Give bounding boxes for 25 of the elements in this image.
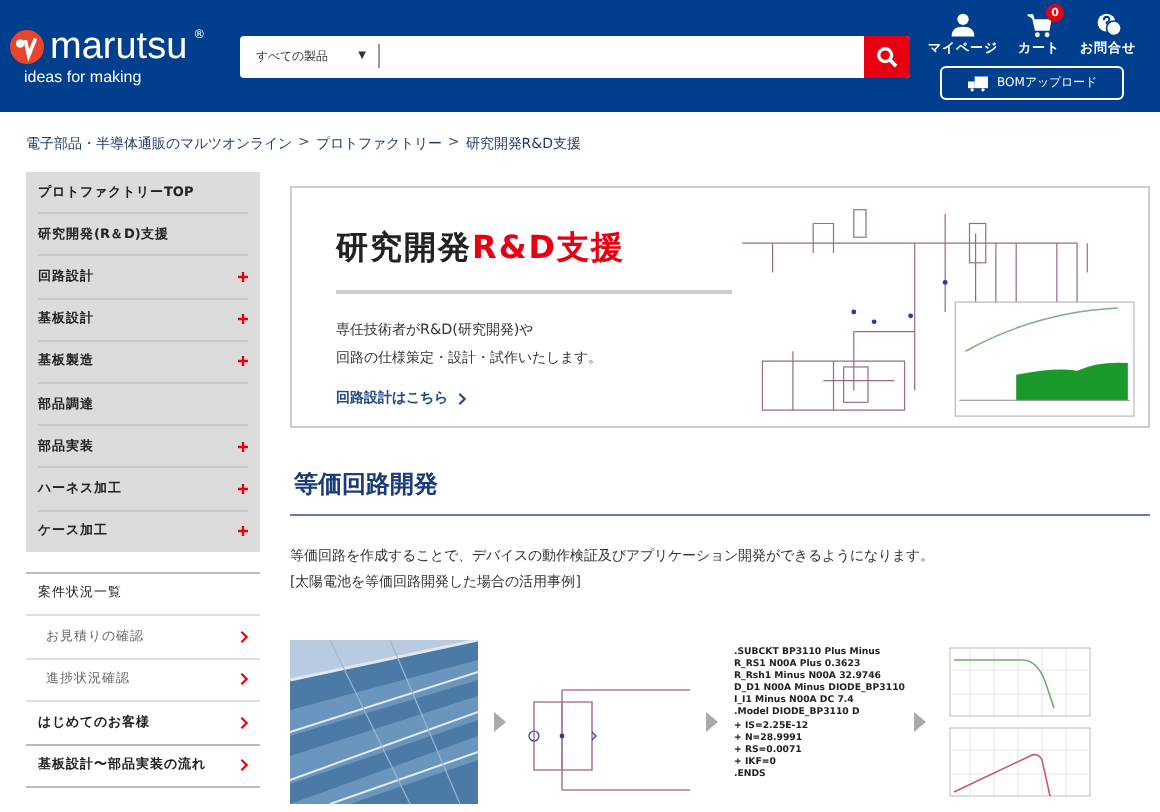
chat-icon [1095, 12, 1121, 38]
cart-icon [1026, 12, 1052, 38]
chevron-icon [240, 672, 248, 687]
arrow-icon [706, 712, 718, 732]
logo-tagline: ideas for making [24, 67, 144, 85]
search-button[interactable] [864, 35, 910, 77]
plus-icon[interactable] [238, 356, 248, 367]
logo-text[interactable]: marutsu [50, 27, 188, 67]
user-icon [950, 12, 976, 38]
truck-icon [967, 75, 988, 91]
plus-icon[interactable] [238, 314, 248, 325]
banner-title: 研究開発R&D支援 [336, 228, 628, 270]
plus-icon[interactable] [238, 271, 248, 282]
chevron-icon [240, 758, 248, 773]
section-heading: 等価回路開発 [290, 468, 1150, 516]
chevron-icon [458, 391, 466, 405]
plus-icon[interactable] [238, 526, 248, 537]
search-icon [876, 45, 898, 67]
plus-icon[interactable] [238, 483, 248, 494]
chevron-icon [240, 715, 248, 730]
logo-icon[interactable] [10, 30, 44, 64]
chevron-icon [240, 629, 248, 644]
plus-icon[interactable] [238, 441, 248, 452]
arrow-icon [914, 712, 926, 732]
arrow-icon [494, 712, 506, 732]
